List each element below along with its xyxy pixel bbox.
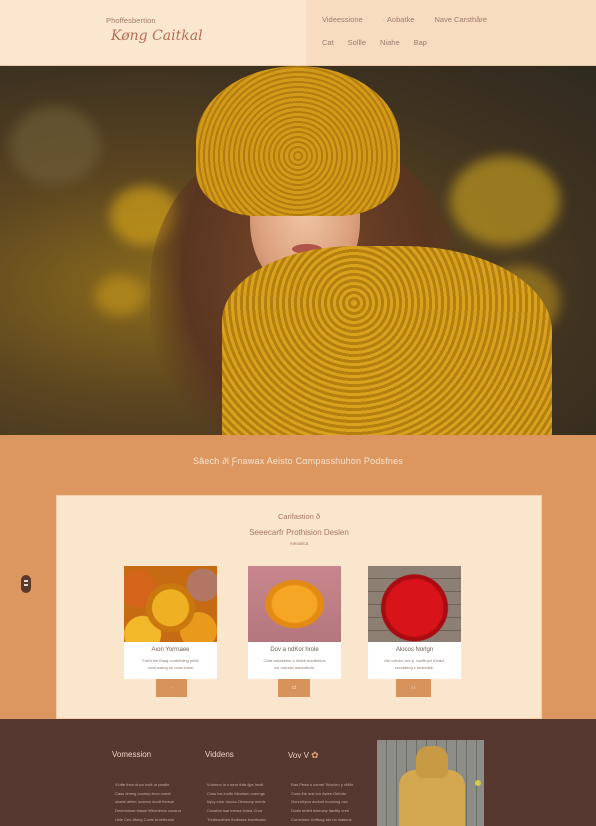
brand-logo[interactable]: Køng Caitkal <box>111 28 203 44</box>
hero-image <box>0 66 596 435</box>
site-footer: Vomession V'ufte fnon duon toclt ur peaf… <box>0 719 596 826</box>
product-image-yellow-yarn <box>248 566 341 642</box>
sweater-collar <box>416 746 448 778</box>
nav-item[interactable]: Videessione <box>322 15 363 24</box>
footer-link[interactable]: Cass dmmg cooriep-tnon coedt <box>115 790 181 799</box>
footer-sweater-image <box>377 740 484 826</box>
footer-link[interactable]: Injoy enor ducoa Oeosony mnnis <box>207 798 266 807</box>
description-line: Frebt fse fr#ag cuntrtiuling prl6lt <box>142 658 199 663</box>
header-brand-area: Phoffesbertion Køng Caitkal <box>0 0 306 65</box>
footer-link[interactable]: Oonrofryou avdunt inonsing oso <box>291 798 353 807</box>
description-line: coat wraug,hn ooos haes <box>148 665 193 670</box>
description-line: Cdaf cuttasefon u ofdee dontbavns <box>263 658 326 663</box>
description-line: cle ororsse inadorfeds. <box>274 665 315 670</box>
product-image-red-yarn <box>368 566 461 642</box>
footer-link[interactable]: V'ufte fnon duon toclt ur peafio <box>115 781 181 790</box>
header-nav-area: Videessione · Aobatke Nave Carsthåre Cat… <box>306 0 596 65</box>
bokeh-decoration <box>95 276 145 316</box>
sweater-body <box>399 770 465 826</box>
product-button[interactable]: · <box>156 679 187 697</box>
flower-decoration <box>475 780 481 786</box>
footer-links: Ras Pewu's cornel 'Wuchro y cMilo Coes t… <box>291 781 353 825</box>
footer-link[interactable]: Ras Pewu's cornel 'Wuchro y cMilo <box>291 781 353 790</box>
product-panel: Carifastion ð Seeecarfr Prothision Desle… <box>56 495 542 719</box>
panel-subtitle: Aetnalica <box>289 541 309 546</box>
footer-link[interactable]: sharie atfee; soseeo doott thesue <box>115 798 181 807</box>
product-card[interactable]: Aıon Yorrnaee Frebt fse fr#ag cuntrtiuli… <box>124 566 217 679</box>
nav-item[interactable]: · Aobatke <box>383 15 415 24</box>
bokeh-decoration <box>10 106 100 186</box>
product-name: Alocos Norlgn <box>395 647 434 653</box>
product-button[interactable]: ct <box>278 679 310 697</box>
footer-column-title: Vomession <box>112 750 152 759</box>
footer-links: V'ufte fnon duon toclt ur peafio Cass dm… <box>115 781 181 825</box>
footer-link[interactable]: Coes the srsl eur Awes Onforto <box>291 790 353 799</box>
nav-item[interactable]: Cat <box>322 38 334 47</box>
product-name: Dov a ndKor hrole <box>270 647 319 653</box>
knit-hat <box>196 66 400 216</box>
primary-nav: Videessione · Aobatke Nave Carsthåre <box>322 15 507 24</box>
secondary-nav: Cat Sollle Niahe Bap <box>322 38 441 47</box>
nav-item[interactable]: Nave Carsthåre <box>434 15 487 24</box>
footer-link[interactable]: Dusls tedelt isheoiny flactity cren <box>291 807 353 816</box>
product-card[interactable]: Alocos Norlgn Ale cotheu vee p. cadftl p… <box>368 566 461 679</box>
panel-title: Seeecarfr Prothision Deslen <box>249 528 349 537</box>
description-line: Ale cotheu vee p. cadftl pxl d'nald, <box>384 658 445 663</box>
product-button[interactable]: ı ı <box>396 679 431 697</box>
panel-kicker: Carifastion ð <box>277 512 321 521</box>
nav-item[interactable]: Sollle <box>348 38 366 47</box>
footer-column-title: Vov V ✿ <box>288 750 319 761</box>
butterfly-icon: ✿ <box>311 750 319 760</box>
footer-link[interactable]: Tredisoothes tholiasse tranihoala <box>207 816 266 825</box>
footer-link[interactable]: Corncfone Unffoug ato na inasnos <box>291 816 353 825</box>
nav-item[interactable]: Niahe <box>380 38 400 47</box>
brand-tagline: Phoffesbertion <box>106 16 156 25</box>
grip-icon[interactable] <box>21 575 31 593</box>
product-description: Frebt fse fr#ag cuntrtiuling prl6lt coat… <box>130 657 211 671</box>
product-description: Cdaf cuttasefon u ofdee dontbavns cle or… <box>254 657 335 671</box>
product-description: Ale cotheu vee p. cadftl pxl d'nald, cer… <box>374 657 455 671</box>
description-line: ceraeteng c bestedlie. <box>394 665 435 670</box>
footer-column-title: Viddens <box>205 750 234 759</box>
footer-link[interactable]: Coosfon lsal Inerna lonea Cnor <box>207 807 266 816</box>
footer-column-title-text: Vov V <box>288 751 309 760</box>
product-name: Aıon Yorrnaee <box>151 647 190 653</box>
footer-link[interactable]: Ukle Ceo-tifong Conis broethunin <box>115 816 181 825</box>
section-heading: Sãech ∂l Ƒnawax Aeisto Cαmpasshuhon Ρods… <box>192 456 404 466</box>
nav-item[interactable]: Bap <box>414 38 427 47</box>
footer-link[interactable]: Denmoinue btassi Whorterdo cuosnd <box>115 807 181 816</box>
product-image-orange-yarn <box>124 566 217 642</box>
product-card[interactable]: Dov a ndKor hrole Cdaf cuttasefon u ofde… <box>248 566 341 679</box>
footer-link[interactable]: Coss tos inolfe Meoisen coerngs <box>207 790 266 799</box>
footer-link[interactable]: Vuhmno in u seor thiis fjys Imolt <box>207 781 266 790</box>
footer-links: Vuhmno in u seor thiis fjys Imolt Coss t… <box>207 781 266 825</box>
site-header: Phoffesbertion Køng Caitkal Videessione … <box>0 0 596 66</box>
knit-scarf <box>222 246 552 435</box>
bokeh-decoration <box>450 156 560 246</box>
